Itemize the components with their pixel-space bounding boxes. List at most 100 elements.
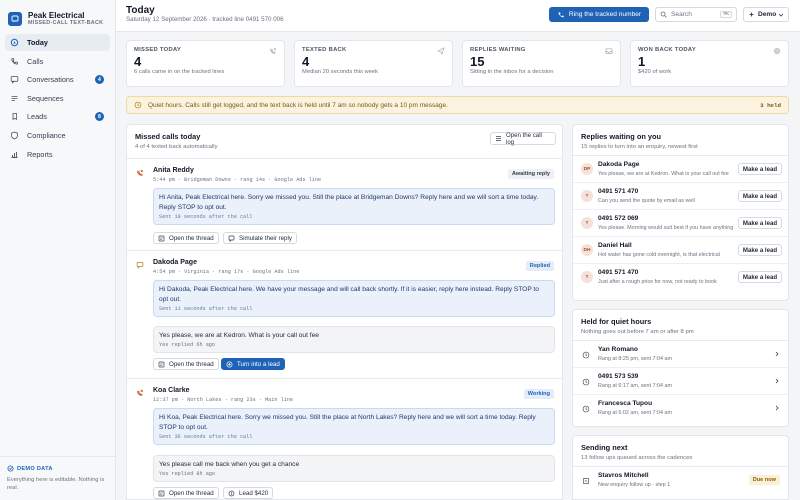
ring-tracked-number-button[interactable]: Ring the tracked number xyxy=(549,7,649,22)
nav-item-conversations[interactable]: Conversations 4 xyxy=(5,71,110,88)
make-lead-button[interactable]: Make a lead xyxy=(738,217,782,229)
nav-item-sequences[interactable]: Sequences xyxy=(5,90,110,107)
reply-row[interactable]: DH Daniel Hall Hot water has gone cold o… xyxy=(573,237,788,264)
replies-header: Replies waiting on you 15 replies to tur… xyxy=(573,125,788,156)
search-input[interactable] xyxy=(671,11,715,18)
reply-row[interactable]: ? 0491 571 470 Can you send the quote by… xyxy=(573,183,788,210)
sparkle-icon xyxy=(748,11,755,18)
queued-row[interactable]: Stavros Mitchell New enquiry follow up ·… xyxy=(573,467,788,495)
make-lead-button[interactable]: Make a lead xyxy=(738,163,782,175)
text-back-message: Hi Dakoda, Peak Electrical here. We have… xyxy=(159,286,539,303)
held-name: Yan Romano xyxy=(598,346,638,353)
avatar: ? xyxy=(581,217,593,229)
nav-item-compliance[interactable]: Compliance xyxy=(5,127,110,144)
make-lead-button[interactable]: Make a lead xyxy=(738,244,782,256)
call-row[interactable]: Anita Reddy 5:44 pm · Bridgeman Downs · … xyxy=(127,159,562,251)
text-back-message: Hi Anita, Peak Electrical here. Sorry we… xyxy=(159,194,539,211)
nav-label: Conversations xyxy=(27,75,74,85)
chevron-right-icon xyxy=(774,405,780,411)
open-call-log-button[interactable]: Open the call log xyxy=(490,132,556,146)
open-thread-button[interactable]: Open the thread xyxy=(153,358,219,370)
call-row[interactable]: Dakoda Page 4:54 pm · Virginia · rang 17… xyxy=(127,251,562,379)
sending-next-header: Sending next 13 follow ups queued across… xyxy=(573,436,788,467)
due-badge: Due now xyxy=(748,475,780,485)
shield-icon xyxy=(10,131,19,140)
reply-text: Just after a rough price for now, not re… xyxy=(598,279,717,285)
quiet-hours-panel: Held for quiet hours Nothing goes out be… xyxy=(572,309,789,427)
nav-item-reports[interactable]: Reports xyxy=(5,146,110,163)
held-row[interactable]: 0491 573 539 Rang at 6:17 am, sent 7:04 … xyxy=(573,368,788,395)
chat-icon xyxy=(136,261,144,269)
text-back-message: Hi Koa, Peak Electrical here. Sorry we m… xyxy=(159,414,536,431)
stat-label: MISSED TODAY xyxy=(134,47,182,53)
phone-icon xyxy=(10,57,19,66)
stat-card-won-back: WON BACK TODAY 1 $420 of work xyxy=(630,40,789,87)
demo-data-box: DEMO DATA Everything here is editable. N… xyxy=(0,456,115,500)
stat-value: 4 xyxy=(134,54,142,69)
stat-note: 6 calls came in on the tracked lines xyxy=(134,69,225,75)
banner-held-count: 3 held xyxy=(760,101,781,109)
chevron-right-icon xyxy=(774,351,780,357)
nav-item-leads[interactable]: Leads 8 xyxy=(5,108,110,125)
make-lead-button[interactable]: Make a lead xyxy=(738,190,782,202)
open-thread-button[interactable]: Open the thread xyxy=(153,232,219,244)
text-back-bubble: Hi Anita, Peak Electrical here. Sorry we… xyxy=(153,188,555,225)
search-box[interactable]: ⌘K xyxy=(655,7,737,22)
nav-item-calls[interactable]: Calls xyxy=(5,53,110,70)
turn-into-lead-button[interactable]: Turn into a lead xyxy=(221,358,285,370)
phone-icon xyxy=(557,11,565,19)
call-row[interactable]: Koa Clarke 12:37 pm · North Lakes · rang… xyxy=(127,379,562,499)
reply-text: Yes please. Morning would suit best if y… xyxy=(598,225,733,231)
panel-title: Sending next xyxy=(581,443,628,452)
open-thread-button[interactable]: Open the thread xyxy=(153,487,219,499)
make-lead-button[interactable]: Make a lead xyxy=(738,271,782,283)
reply-name: 0491 572 069 xyxy=(598,215,639,222)
call-meta: 5:44 pm · Bridgeman Downs · rang 14s · G… xyxy=(153,177,322,183)
reply-meta: Yes replied 8h ago xyxy=(159,470,216,477)
stat-card-replies-waiting: REPLIES WAITING 15 Sitting in the inbox … xyxy=(462,40,621,87)
held-row[interactable]: Yan Romano Rang at 8:25 pm, sent 7:04 am xyxy=(573,341,788,368)
nav-badge: 4 xyxy=(95,75,104,85)
reply-row[interactable]: ? 0491 571 470 Just after a rough price … xyxy=(573,264,788,291)
brand-logo-icon xyxy=(8,12,22,26)
reply-text: Hot water has gone cold overnight, is th… xyxy=(598,252,720,258)
simulate-reply-button[interactable]: Simulate their reply xyxy=(223,232,297,244)
reply-row[interactable]: DP Dakoda Page Yes please, we are at Ked… xyxy=(573,156,788,183)
action-label: Turn into a lead xyxy=(237,360,280,368)
call-meta: 4:54 pm · Virginia · rang 17s · Google A… xyxy=(153,269,300,275)
caller-name: Koa Clarke xyxy=(153,387,190,394)
reply-text: Can you send the quote by email as well xyxy=(598,198,695,204)
lead-value-button[interactable]: Lead $420 xyxy=(223,487,274,499)
coin-icon xyxy=(773,47,781,55)
clock-icon xyxy=(134,101,142,109)
search-icon xyxy=(660,11,667,18)
stat-card-texted-back: TEXTED BACK 4 Median 20 seconds this wee… xyxy=(294,40,453,87)
lead-icon xyxy=(10,112,19,121)
stat-note: Median 20 seconds this week xyxy=(302,69,379,75)
nav-badge: 8 xyxy=(95,112,104,122)
caller-name: Dakoda Page xyxy=(153,259,197,266)
held-row[interactable]: Francesca Tupou Rang at 6:02 am, sent 7:… xyxy=(573,395,788,422)
stat-note: $420 of work xyxy=(638,69,672,75)
sequence-icon xyxy=(10,94,19,103)
held-text: Rang at 6:17 am, sent 7:04 am xyxy=(598,383,673,389)
chat-icon xyxy=(10,75,19,84)
quiet-header: Held for quiet hours Nothing goes out be… xyxy=(573,310,788,341)
replies-waiting-panel: Replies waiting on you 15 replies to tur… xyxy=(572,124,789,301)
nav-item-today[interactable]: Today xyxy=(5,34,110,51)
sequence-icon xyxy=(582,477,590,485)
demo-select[interactable]: Demo xyxy=(743,7,789,22)
header: Today Saturday 12 September 2026 · track… xyxy=(116,0,800,32)
reply-row[interactable]: ? 0491 572 069 Yes please. Morning would… xyxy=(573,210,788,237)
avatar: DH xyxy=(581,244,593,256)
held-text: Rang at 6:02 am, sent 7:04 am xyxy=(598,410,673,416)
reply-name: 0491 571 470 xyxy=(598,269,639,276)
chevron-right-icon xyxy=(774,378,780,384)
home-icon xyxy=(10,38,19,47)
stat-card-missed-today: MISSED TODAY 4 6 calls came in on the tr… xyxy=(126,40,285,87)
panel-subtitle: 15 replies to turn into an enquiry, newe… xyxy=(581,144,698,150)
thread-icon xyxy=(158,361,165,368)
brand[interactable]: Peak Electrical MISSED-CALL TEXT-BACK xyxy=(0,0,115,30)
nav-label: Leads xyxy=(27,112,47,122)
panel-subtitle: 13 follow ups queued across the cadences xyxy=(581,455,693,461)
